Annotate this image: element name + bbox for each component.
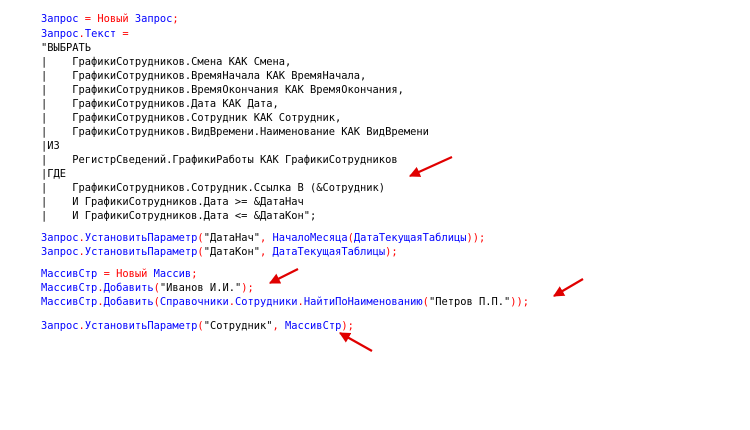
code-token: Запрос <box>41 13 79 25</box>
code-token: "Сотрудник" <box>203 320 273 332</box>
code-token: ; <box>191 268 198 280</box>
code-token: = <box>97 268 117 280</box>
code-line: Запрос.УстановитьПараметр("Сотрудник", М… <box>41 320 354 332</box>
code-line: | ГрафикиСотрудников.Сотрудник.Ссылка В … <box>41 182 385 194</box>
code-token: Запрос <box>41 232 79 244</box>
code-token: Добавить <box>103 296 154 308</box>
code-line: | ГрафикиСотрудников.Смена КАК Смена, <box>41 56 291 68</box>
code-token: | ГрафикиСотрудников.Дата КАК Дата, <box>41 98 279 110</box>
code-token: Новый <box>97 13 129 25</box>
code-token: МассивСтр <box>41 282 98 294</box>
code-token: Сотрудники <box>234 296 298 308</box>
code-token: УстановитьПараметр <box>84 232 198 244</box>
code-line: Запрос.УстановитьПараметр("ДатаКон", Дат… <box>41 246 398 258</box>
code-token: | ГрафикиСотрудников.ВидВремени.Наименов… <box>41 126 429 138</box>
code-token: | И ГрафикиСотрудников.Дата >= &ДатаНач <box>41 196 304 208</box>
code-line: Запрос = Новый Запрос; <box>41 13 179 25</box>
code-token: | РегистрСведений.ГрафикиРаботы КАК Граф… <box>41 154 398 166</box>
code-line: | ГрафикиСотрудников.ВремяОкончания КАК … <box>41 84 404 96</box>
code-token: = <box>116 28 129 40</box>
code-token: | ГрафикиСотрудников.Смена КАК Смена, <box>41 56 292 68</box>
code-line: | ГрафикиСотрудников.ВремяНачала КАК Вре… <box>41 70 366 82</box>
code-token: МассивСтр <box>41 296 98 308</box>
code-token: , <box>260 232 273 244</box>
code-token: ДатаТекущаяТаблицы <box>353 232 467 244</box>
code-token: , <box>272 320 286 332</box>
code-line: МассивСтр.Добавить(Справочники.Сотрудник… <box>41 296 529 308</box>
code-token: ); <box>385 246 398 258</box>
code-token: Запрос <box>41 320 79 332</box>
code-token: Текст <box>84 28 117 40</box>
arrow-icon <box>408 155 453 178</box>
code-token: Запрос <box>41 28 79 40</box>
code-token: | ГрафикиСотрудников.ВремяНачала КАК Вре… <box>41 70 367 82</box>
code-line: | И ГрафикиСотрудников.Дата <= &ДатаКон"… <box>41 210 316 222</box>
code-token: )); <box>510 296 530 308</box>
code-token: "ДатаНач" <box>203 232 260 244</box>
code-line: Запрос.УстановитьПараметр("ДатаНач", Нач… <box>41 232 485 244</box>
code-token: | ГрафикиСотрудников.Сотрудник КАК Сотру… <box>41 112 342 124</box>
code-line: "ВЫБРАТЬ <box>41 42 91 54</box>
code-token: "Иванов И.И." <box>159 282 242 294</box>
code-token: )); <box>466 232 486 244</box>
code-token: Массив <box>153 268 192 280</box>
code-token: |ГДЕ <box>41 168 67 180</box>
code-token: УстановитьПараметр <box>84 320 198 332</box>
code-token: ; <box>172 13 179 25</box>
code-token: ); <box>341 320 354 332</box>
code-token: |ИЗ <box>41 140 60 152</box>
code-line: МассивСтр.Добавить("Иванов И.И."); <box>41 282 254 294</box>
code-line: | ГрафикиСотрудников.Дата КАК Дата, <box>41 98 279 110</box>
code-token: "ДатаКон" <box>203 246 260 258</box>
code-token: НачалоМесяца <box>272 232 348 244</box>
code-line: |ИЗ <box>41 140 60 152</box>
code-token: УстановитьПараметр <box>84 246 198 258</box>
code-token: Новый <box>116 268 148 280</box>
code-editor: Запрос = Новый Запрос; Запрос.Текст = "ВЫБ… <box>0 0 750 430</box>
code-token: , <box>260 246 273 258</box>
code-token: | И ГрафикиСотрудников.Дата <= &ДатаКон"… <box>41 210 317 222</box>
arrow-icon <box>339 332 373 352</box>
code-token: | ГрафикиСотрудников.ВремяОкончания КАК … <box>41 84 404 96</box>
code-token: = <box>78 13 98 25</box>
code-token: МассивСтр <box>41 268 98 280</box>
code-line: | ГрафикиСотрудников.ВидВремени.Наименов… <box>41 126 429 138</box>
code-token: Добавить <box>103 282 154 294</box>
code-token: Запрос <box>41 246 79 258</box>
code-token: ДатаТекущаяТаблицы <box>272 246 386 258</box>
code-token: "Петров П.П." <box>428 296 511 308</box>
code-line: МассивСтр = Новый Массив; <box>41 268 197 280</box>
code-token: Справочники <box>159 296 229 308</box>
code-line: | ГрафикиСотрудников.Сотрудник КАК Сотру… <box>41 112 341 124</box>
code-line: | И ГрафикиСотрудников.Дата >= &ДатаНач <box>41 196 304 208</box>
arrow-icon <box>269 268 299 284</box>
code-token: ); <box>241 282 254 294</box>
code-line: Запрос.Текст = <box>41 28 129 40</box>
code-token: Запрос <box>134 13 173 25</box>
code-token: | ГрафикиСотрудников.Сотрудник.Ссылка В … <box>41 182 386 194</box>
code-token: "ВЫБРАТЬ <box>41 42 92 54</box>
arrow-icon <box>553 278 584 297</box>
code-line: |ГДЕ <box>41 168 66 180</box>
code-line: | РегистрСведений.ГрафикиРаботы КАК Граф… <box>41 154 398 166</box>
code-token: МассивСтр <box>285 320 342 332</box>
code-token: НайтиПоНаименованию <box>303 296 423 308</box>
